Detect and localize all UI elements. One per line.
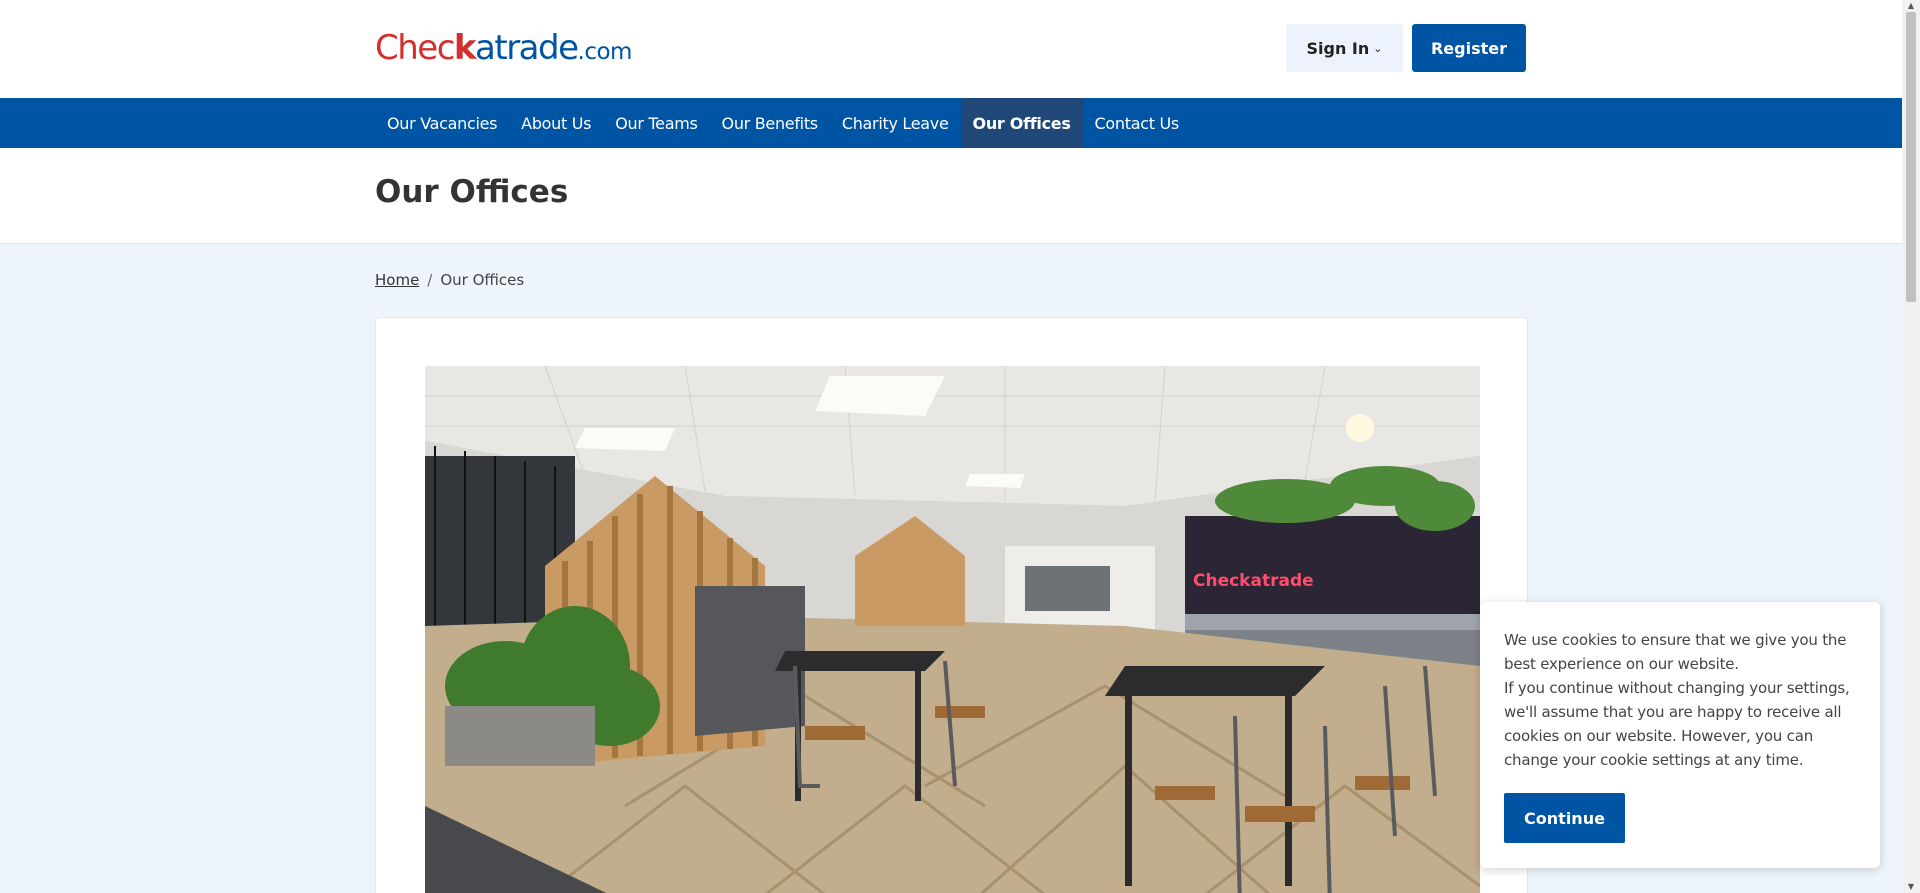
breadcrumb-separator: / <box>427 271 433 289</box>
logo-text-blue: atrade <box>475 28 579 68</box>
checkatrade-logo[interactable]: Chec k atrade .com <box>375 28 632 68</box>
main-nav: Our Vacancies About Us Our Teams Our Ben… <box>0 98 1902 148</box>
nav-item-our-offices[interactable]: Our Offices <box>960 98 1083 148</box>
breadcrumb-home-link[interactable]: Home <box>375 271 419 289</box>
chevron-down-icon: ⌄ <box>1373 41 1383 55</box>
scroll-down-icon[interactable]: ▼ <box>1902 881 1920 893</box>
nav-item-charity-leave[interactable]: Charity Leave <box>830 98 961 148</box>
nav-item-about-us[interactable]: About Us <box>509 98 603 148</box>
logo-text-com: .com <box>577 39 633 65</box>
page-scrollbar[interactable]: ▲ ▼ <box>1902 0 1920 893</box>
logo-text-red: Chec <box>375 28 455 68</box>
sign-in-button[interactable]: Sign In ⌄ <box>1286 24 1403 72</box>
breadcrumb-current: Our Offices <box>440 271 525 289</box>
breadcrumb: Home / Our Offices <box>375 271 524 289</box>
nav-item-our-vacancies[interactable]: Our Vacancies <box>375 98 509 148</box>
content-card: Checkatrade <box>375 317 1528 893</box>
nav-item-contact-us[interactable]: Contact Us <box>1083 98 1191 148</box>
cookie-continue-button[interactable]: Continue <box>1504 793 1625 843</box>
register-button[interactable]: Register <box>1412 24 1526 72</box>
sign-in-label: Sign In <box>1306 38 1370 58</box>
logo-text-tick: k <box>453 28 477 68</box>
scroll-up-icon[interactable]: ▲ <box>1902 0 1920 12</box>
cookie-text-2: If you continue without changing your se… <box>1504 679 1850 769</box>
nav-item-our-benefits[interactable]: Our Benefits <box>710 98 830 148</box>
cookie-banner: We use cookies to ensure that we give yo… <box>1480 602 1880 868</box>
nav-item-our-teams[interactable]: Our Teams <box>603 98 709 148</box>
site-header: Chec k atrade .com Sign In ⌄ Register <box>0 0 1902 98</box>
page-title: Our Offices <box>375 174 569 210</box>
scrollbar-thumb[interactable] <box>1906 12 1916 302</box>
office-photo: Checkatrade <box>425 366 1480 893</box>
page-title-bar: Our Offices <box>0 148 1902 244</box>
cookie-text-1: We use cookies to ensure that we give yo… <box>1504 631 1847 673</box>
neon-sign: Checkatrade <box>1193 571 1314 591</box>
